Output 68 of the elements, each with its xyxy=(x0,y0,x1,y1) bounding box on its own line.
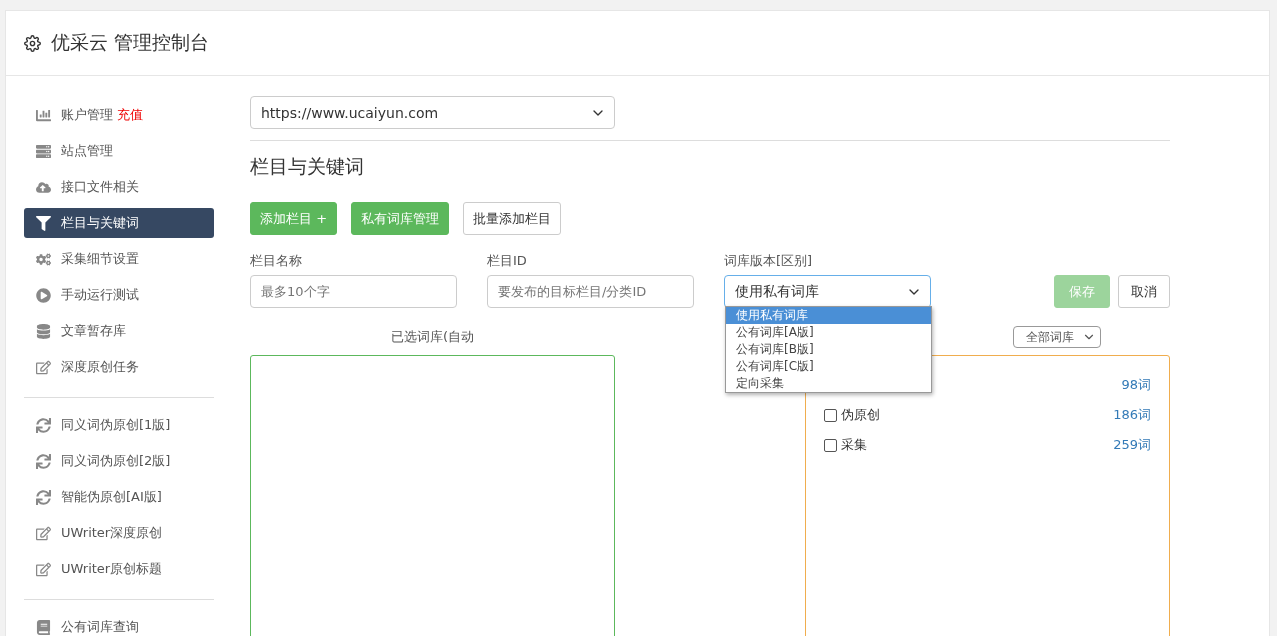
sidebar-item-label: 公有词库查询 xyxy=(61,618,139,636)
dropdown-option[interactable]: 公有词库[A版] xyxy=(726,324,931,341)
recharge-link[interactable]: 充值 xyxy=(117,106,143,124)
sidebar-item-label: 同义词伪原创[2版] xyxy=(61,452,171,470)
sidebar-item[interactable]: 采集细节设置 xyxy=(24,244,214,274)
sidebar-item-label: 接口文件相关 xyxy=(61,178,139,196)
field-label: 栏目名称 xyxy=(250,252,303,270)
edit-icon xyxy=(36,561,51,577)
word-count: 259词 xyxy=(1113,436,1151,454)
sidebar-item-label: 智能伪原创[AI版] xyxy=(61,488,162,506)
refresh-icon xyxy=(36,453,51,469)
sidebar-item[interactable]: 深度原创任务 xyxy=(24,352,214,382)
word-count: 98词 xyxy=(1121,376,1151,394)
sidebar-item-label: UWriter原创标题 xyxy=(61,560,163,578)
field-label: 词库版本[区别] xyxy=(724,252,814,270)
section-title: 栏目与关键词 xyxy=(250,154,365,179)
sidebar-item-label: 站点管理 xyxy=(61,142,113,160)
sidebar-item[interactable]: 同义词伪原创[1版] xyxy=(24,410,214,440)
site-select[interactable]: https://www.ucaiyun.com xyxy=(250,96,615,129)
sidebar-item[interactable]: UWriter深度原创 xyxy=(24,518,214,548)
sidebar-item[interactable]: 站点管理 xyxy=(24,136,214,166)
edit-icon xyxy=(36,359,51,375)
cancel-button[interactable]: 取消 xyxy=(1118,275,1170,308)
sidebar-item[interactable]: 栏目与关键词 xyxy=(24,208,214,238)
play-icon xyxy=(36,287,51,303)
field-label: 栏目ID xyxy=(487,252,528,270)
action-button[interactable]: 批量添加栏目 xyxy=(463,202,562,235)
server-icon xyxy=(36,143,51,159)
word-count: 186词 xyxy=(1113,406,1151,424)
sidebar-item[interactable]: 账户管理 充值 xyxy=(24,100,214,130)
library-label: 伪原创 xyxy=(841,406,880,424)
library-select[interactable]: 使用私有词库 xyxy=(724,275,931,308)
sidebar-item-label: 同义词伪原创[1版] xyxy=(61,416,171,434)
sidebar-item-label: UWriter深度原创 xyxy=(61,524,163,542)
library-filter-select[interactable]: 全部词库 xyxy=(1012,326,1101,348)
dropdown-option[interactable]: 公有词库[C版] xyxy=(726,358,931,375)
sidebar-item[interactable]: 接口文件相关 xyxy=(24,172,214,202)
sidebar-item[interactable]: UWriter原创标题 xyxy=(24,554,214,584)
database-icon xyxy=(36,323,51,339)
sidebar-item-label: 采集细节设置 xyxy=(61,250,139,268)
sidebar-item-label: 手动运行测试 xyxy=(61,286,139,304)
gears-icon xyxy=(36,251,51,267)
cloud-upload-icon xyxy=(36,179,51,195)
library-label: 采集 xyxy=(841,436,867,454)
sidebar-item-label: 文章暂存库 xyxy=(61,322,126,340)
panel-title: 已选词库(自动 xyxy=(390,328,475,346)
filter-icon xyxy=(36,215,51,231)
edit-icon xyxy=(36,525,51,541)
sidebar-item[interactable]: 公有词库查询 xyxy=(24,612,214,636)
bar-chart-icon xyxy=(36,107,51,123)
sidebar-item-label: 深度原创任务 xyxy=(61,358,139,376)
dropdown-option[interactable]: 公有词库[B版] xyxy=(726,341,931,358)
sidebar-item[interactable]: 同义词伪原创[2版] xyxy=(24,446,214,476)
refresh-icon xyxy=(36,489,51,505)
settings-icon xyxy=(24,34,41,52)
app-title: 优采云 管理控制台 xyxy=(51,30,210,55)
sidebar-item[interactable]: 手动运行测试 xyxy=(24,280,214,310)
refresh-icon xyxy=(36,417,51,433)
text-field[interactable]: 最多10个字 xyxy=(250,275,457,308)
checkbox[interactable] xyxy=(824,438,837,452)
sidebar-item[interactable]: 智能伪原创[AI版] xyxy=(24,482,214,512)
book-icon xyxy=(36,619,51,635)
checkbox[interactable] xyxy=(824,408,837,422)
sidebar-item[interactable]: 文章暂存库 xyxy=(24,316,214,346)
sidebar-item-label: 栏目与关键词 xyxy=(61,214,139,232)
sidebar-item-label: 账户管理 xyxy=(61,106,113,124)
text-field[interactable]: 要发布的目标栏目/分类ID xyxy=(487,275,694,308)
dropdown-option[interactable]: 定向采集 xyxy=(726,375,931,392)
